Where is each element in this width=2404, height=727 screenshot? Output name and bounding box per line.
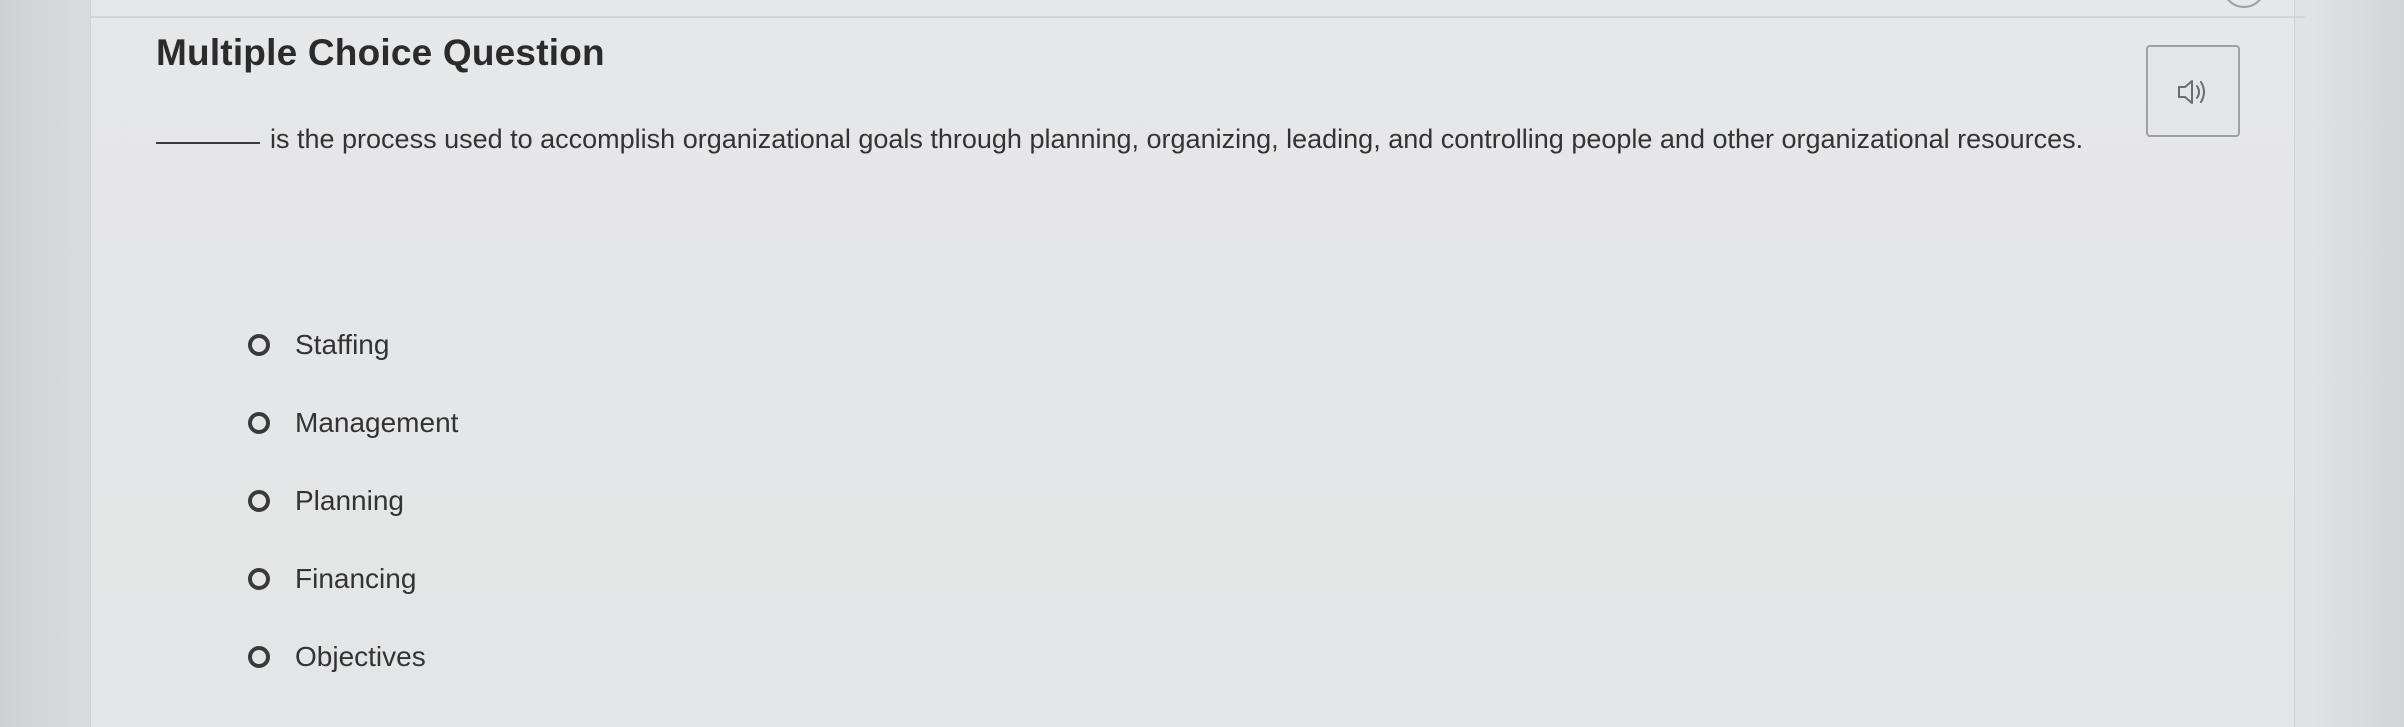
option-staffing[interactable]: Staffing [248,306,458,384]
option-label: Planning [295,485,404,516]
option-label: Financing [295,563,417,594]
radio-button[interactable] [248,334,270,356]
question-prompt: is the process used to accomplish organi… [156,124,2236,155]
option-financing[interactable]: Financing [248,540,458,618]
radio-button[interactable] [248,646,270,668]
option-management[interactable]: Management [248,384,458,462]
answer-blank [156,142,260,144]
option-planning[interactable]: Planning [248,462,458,540]
radio-button[interactable] [248,490,270,512]
option-label: Management [295,407,459,438]
question-title: Multiple Choice Question [156,32,605,73]
top-divider [90,16,2305,18]
option-label: Staffing [295,329,390,360]
prompt-text: is the process used to accomplish organi… [270,124,2084,154]
radio-button[interactable] [248,568,270,590]
option-label: Objectives [295,641,426,672]
radio-button[interactable] [248,412,270,434]
option-objectives[interactable]: Objectives [248,618,458,696]
answer-options: Staffing Management Planning Financing O… [248,306,458,696]
speaker-icon [2178,80,2205,104]
